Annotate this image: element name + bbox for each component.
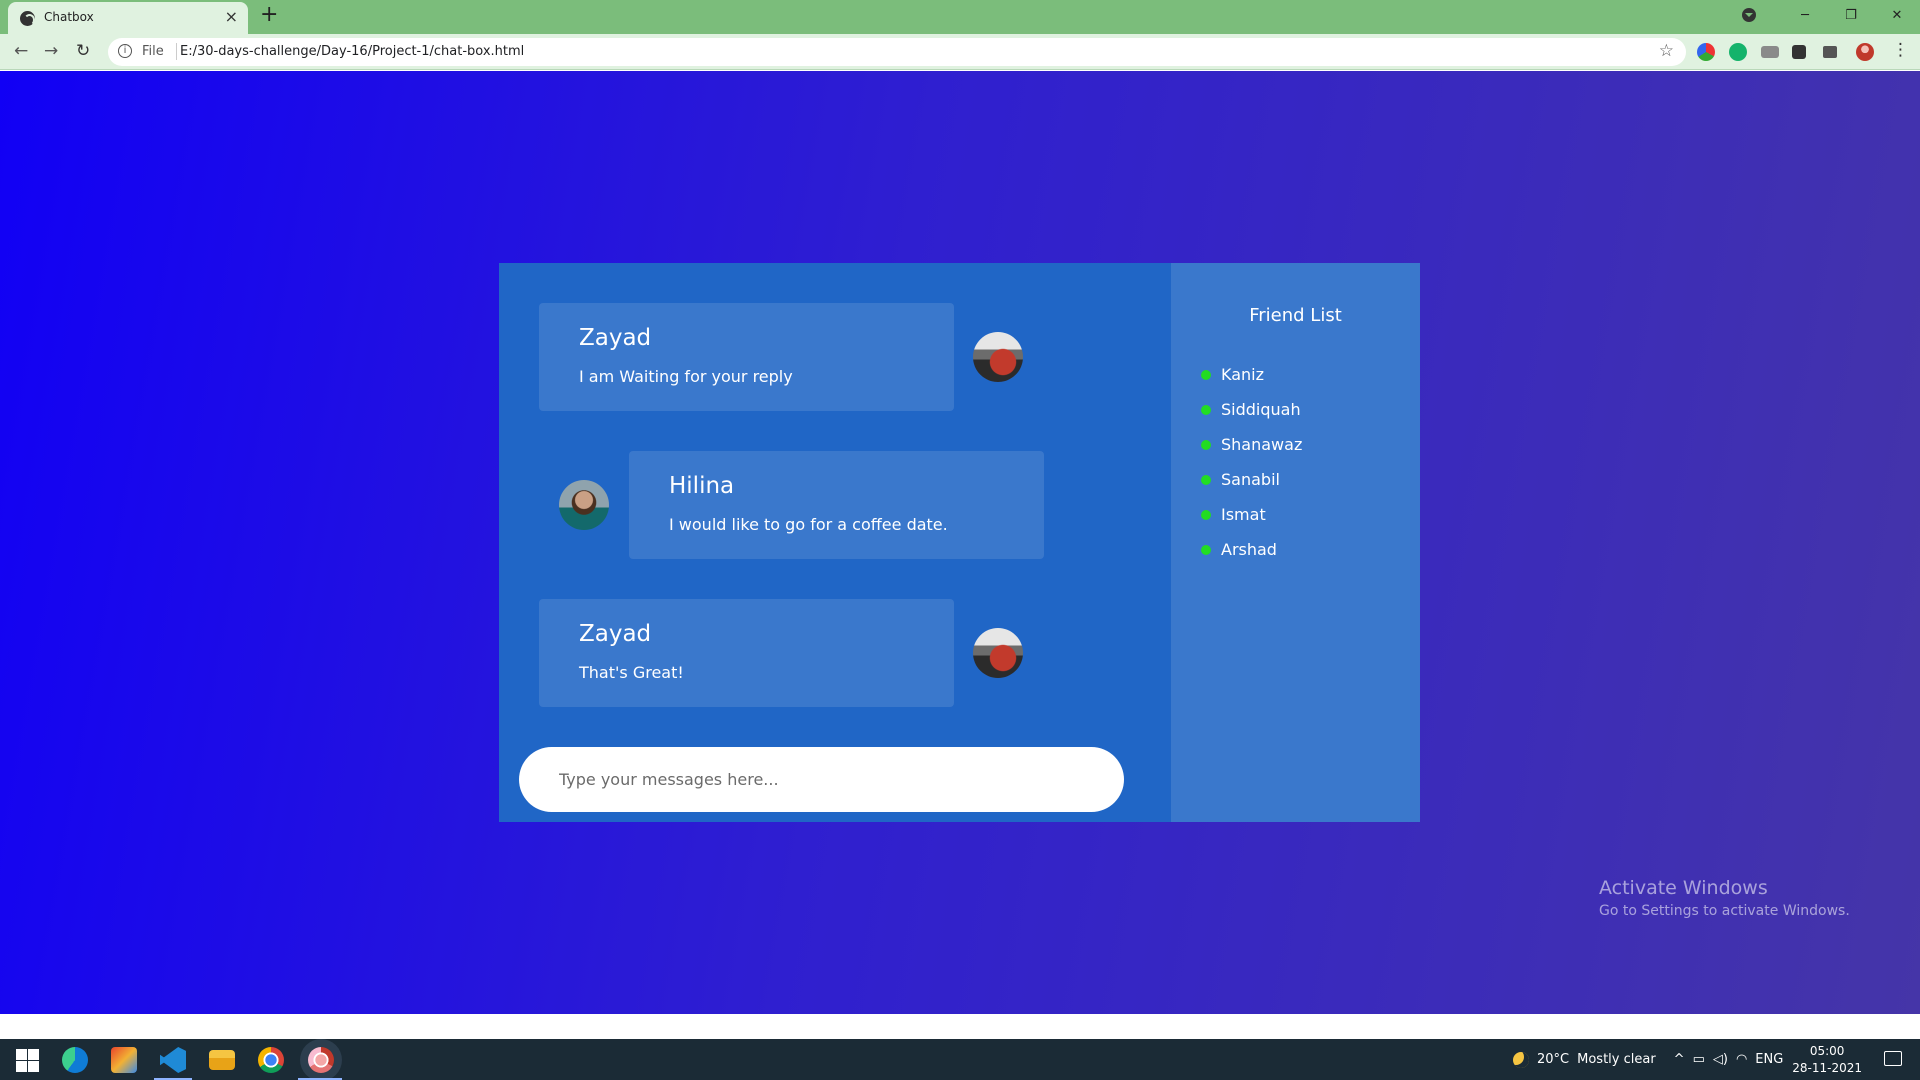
grammarly-icon[interactable] [1729,43,1747,61]
windows-taskbar: 20°C Mostly clear ^ ▭ ◁) ◠ ENG 05:00 28-… [0,1039,1920,1080]
online-status-icon [1201,370,1211,380]
friend-name: Shanawaz [1221,435,1303,454]
reload-icon[interactable]: ↻ [76,41,90,61]
system-tray: 20°C Mostly clear ^ ▭ ◁) ◠ ENG [1513,1039,1783,1080]
online-status-icon [1201,405,1211,415]
url-text[interactable]: E:/30-days-challenge/Day-16/Project-1/ch… [180,44,524,59]
weather-temperature[interactable]: 20°C [1537,1052,1569,1067]
tab-search-icon[interactable] [1742,8,1756,22]
message-sender: Zayad [579,621,652,647]
chat-area: Zayad I am Waiting for your reply Hilina… [499,263,1171,822]
file-explorer-icon[interactable] [209,1050,235,1070]
message-bubble: Zayad That's Great! [539,599,954,707]
windows-start-icon[interactable] [14,1047,40,1073]
friend-name: Kaniz [1221,365,1264,384]
puzzle-icon[interactable] [1792,45,1806,59]
friend-item[interactable]: Shanawaz [1201,435,1302,470]
minimize-button[interactable]: ─ [1782,8,1828,23]
vscode-icon[interactable] [160,1047,186,1073]
avatar-hilina [559,480,609,530]
address-separator [176,43,177,60]
close-window-button[interactable]: ✕ [1874,8,1920,23]
weather-condition[interactable]: Mostly clear [1577,1052,1656,1067]
friend-list-panel: Friend List Kaniz Siddiquah Shanawaz San… [1171,263,1420,822]
friend-item[interactable]: Ismat [1201,505,1302,540]
restore-button[interactable]: ❐ [1828,8,1874,23]
browser-tabstrip: Chatbox × + ─ ❐ ✕ [0,0,1920,34]
volume-icon[interactable]: ◁) [1713,1052,1728,1067]
chatbox: Zayad I am Waiting for your reply Hilina… [499,263,1420,822]
watermark-title: Activate Windows [1599,877,1768,899]
app-icon[interactable] [111,1047,137,1073]
message-text: I would like to go for a coffee date. [669,515,948,534]
friend-list-heading: Friend List [1249,305,1342,326]
chevron-up-icon[interactable]: ^ [1674,1052,1685,1067]
new-tab-button[interactable]: + [260,2,278,27]
friend-item[interactable]: Siddiquah [1201,400,1302,435]
address-bar[interactable]: i File E:/30-days-challenge/Day-16/Proje… [108,38,1686,66]
online-status-icon [1201,475,1211,485]
tab-title: Chatbox [44,10,94,24]
clock-time: 05:00 [1809,1044,1845,1058]
forward-icon[interactable]: → [44,41,58,61]
message-input[interactable] [519,747,1124,812]
friend-item[interactable]: Kaniz [1201,365,1302,400]
message-bubble: Hilina I would like to go for a coffee d… [629,451,1044,559]
activate-windows-watermark: Activate Windows Go to Settings to activ… [1599,877,1850,919]
language-indicator[interactable]: ENG [1755,1052,1783,1067]
weather-moon-icon[interactable] [1513,1051,1529,1068]
friend-name: Arshad [1221,540,1277,559]
chrome-profile-icon[interactable] [308,1047,334,1073]
online-status-icon [1201,440,1211,450]
friend-item[interactable]: Sanabil [1201,470,1302,505]
profile-avatar[interactable] [1856,43,1874,61]
friend-name: Sanabil [1221,470,1280,489]
wifi-icon[interactable]: ◠ [1736,1052,1747,1067]
globe-icon [20,11,35,26]
bookmark-star-icon[interactable]: ☆ [1659,41,1674,61]
message-sender: Zayad [579,325,652,351]
clock-date: 28-11-2021 [1792,1061,1862,1075]
online-status-icon [1201,545,1211,555]
avatar-zayad [973,332,1023,382]
tab-close-icon[interactable]: × [225,7,238,26]
file-label: File [142,44,164,59]
watermark-subtitle: Go to Settings to activate Windows. [1599,903,1850,919]
friend-item[interactable]: Arshad [1201,540,1302,575]
color-extension-icon[interactable] [1697,43,1715,61]
back-icon[interactable]: ← [14,41,28,61]
online-status-icon [1201,510,1211,520]
message-text: I am Waiting for your reply [579,367,793,386]
browser-toolbar: ← → ↻ i File E:/30-days-challenge/Day-16… [0,34,1920,70]
browser-tab-chatbox[interactable]: Chatbox × [8,2,248,34]
message-sender: Hilina [669,473,735,499]
info-icon[interactable]: i [118,44,132,58]
reading-list-icon[interactable] [1823,46,1837,58]
taskbar-clock[interactable]: 05:00 28-11-2021 [1792,1043,1862,1077]
avatar-zayad [973,628,1023,678]
friend-name: Siddiquah [1221,400,1301,419]
chrome-icon[interactable] [258,1047,284,1073]
message-text: That's Great! [579,663,684,682]
friend-name: Ismat [1221,505,1266,524]
window-controls: ─ ❐ ✕ [1742,0,1920,30]
message-bubble: Zayad I am Waiting for your reply [539,303,954,411]
browser-menu-icon[interactable]: ⋮ [1892,40,1909,60]
notification-icon[interactable] [1884,1051,1902,1066]
friend-list: Kaniz Siddiquah Shanawaz Sanabil Ismat A… [1201,365,1302,575]
page-viewport: Zayad I am Waiting for your reply Hilina… [0,71,1920,1014]
meet-now-icon[interactable]: ▭ [1693,1052,1705,1067]
extension-icon[interactable] [1761,46,1779,58]
edge-icon[interactable] [62,1047,88,1073]
